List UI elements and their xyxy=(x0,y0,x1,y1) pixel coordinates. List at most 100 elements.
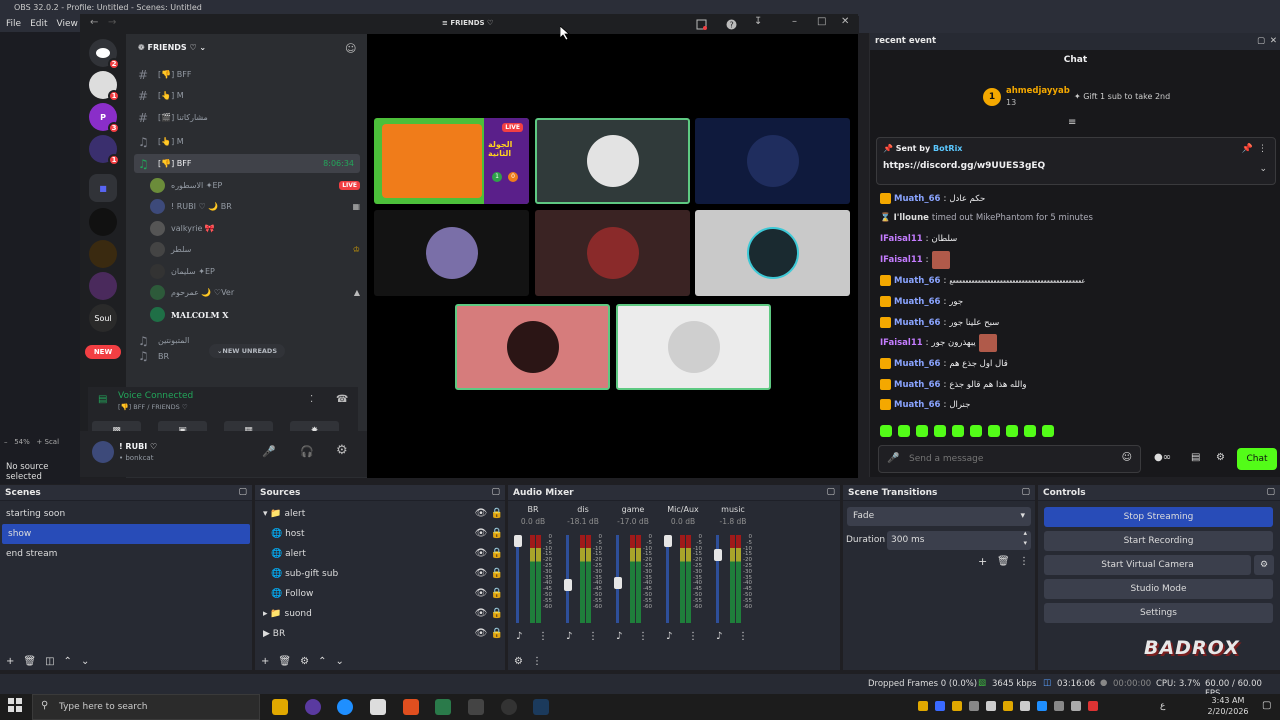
settings-button[interactable]: Settings xyxy=(1044,603,1273,623)
speaker-icon[interactable]: ♪ xyxy=(516,631,522,642)
volume-slider-handle[interactable] xyxy=(614,577,622,590)
more-icon[interactable]: ⋮ xyxy=(538,631,548,642)
folder-icon[interactable]: ■ xyxy=(89,174,117,202)
channel-item[interactable]: ♫ [👆] M xyxy=(134,132,360,151)
move-down-icon[interactable]: ⌄ xyxy=(81,656,89,667)
participant-tile[interactable] xyxy=(535,118,690,204)
tray-icon[interactable] xyxy=(935,701,945,711)
taskbar-search[interactable]: ⚲ Type here to search xyxy=(32,694,260,720)
tray-icon[interactable] xyxy=(986,701,996,711)
stop-streaming-button[interactable]: Stop Streaming xyxy=(1044,507,1273,527)
disconnect-icon[interactable]: ☎ xyxy=(336,394,348,405)
brave-icon[interactable] xyxy=(403,699,419,715)
server-icon-2[interactable] xyxy=(89,240,117,268)
user-avatar[interactable] xyxy=(92,441,114,463)
microphone-icon[interactable]: 🎤 xyxy=(262,445,276,458)
tray-icon[interactable] xyxy=(1003,701,1013,711)
float-icon[interactable]: ▢ xyxy=(1266,487,1275,497)
participant-tile[interactable] xyxy=(535,210,690,296)
headset-icon[interactable]: 🎧 xyxy=(300,445,314,458)
voice-user[interactable]: سليمان ✦EP xyxy=(150,262,360,281)
app-icon[interactable] xyxy=(501,699,517,715)
dm-avatar-3[interactable]: 1 xyxy=(89,135,120,166)
add-icon[interactable]: + xyxy=(6,656,14,667)
active-voice-channel[interactable]: ♫ [👎] BFF 8:06:34 xyxy=(134,154,360,173)
server-icon-1[interactable] xyxy=(89,208,117,236)
new-unreads-pill[interactable]: ⌄ NEW UNREADS xyxy=(209,344,285,358)
speaker-icon[interactable]: ♪ xyxy=(566,631,572,642)
volume-slider-handle[interactable] xyxy=(664,535,672,547)
emoji-icon[interactable]: ☺ xyxy=(1122,452,1132,463)
obs-taskbar-icon[interactable] xyxy=(305,699,321,715)
transition-select[interactable]: Fade ▾ xyxy=(847,507,1031,526)
clock-time[interactable]: 3:43 AM xyxy=(1206,696,1250,705)
microphone-icon[interactable]: 🎤 xyxy=(887,453,899,464)
studio-mode-button[interactable]: Studio Mode xyxy=(1044,579,1273,599)
pin-icon[interactable]: 📌 xyxy=(1242,144,1253,154)
inbox-icon[interactable] xyxy=(694,17,708,31)
mixer-settings-icon[interactable]: ⚙ xyxy=(514,656,523,667)
source-item[interactable]: 🌐 alert 👁 🔒 xyxy=(263,544,503,564)
menu-edit[interactable]: Edit xyxy=(30,19,47,29)
emote-icon[interactable] xyxy=(880,425,892,437)
voice-user[interactable]: ! RUBI ♡ 🌙 BR ▦ xyxy=(150,197,360,216)
speaker-icon[interactable]: ♪ xyxy=(616,631,622,642)
scene-item[interactable]: starting soon xyxy=(0,504,252,524)
source-item[interactable]: 🌐 host 👁 🔒 xyxy=(263,524,503,544)
tray-icon[interactable] xyxy=(969,701,979,711)
volume-slider-track[interactable] xyxy=(516,535,519,623)
tray-icon[interactable] xyxy=(1088,701,1098,711)
channel-item[interactable]: # [👆] M xyxy=(134,86,360,105)
more-icon[interactable]: ⋮ xyxy=(588,631,598,642)
tray-icon[interactable] xyxy=(1037,701,1047,711)
voice-path[interactable]: [👎] BFF / FRIENDS ♡ xyxy=(118,403,188,411)
more-icon[interactable]: ⋮ xyxy=(532,656,542,667)
voice-user[interactable]: الاسطوره ✦EP LIVE xyxy=(150,176,360,195)
float-icon[interactable]: ▢ xyxy=(1021,487,1030,497)
start-virtual-camera-button[interactable]: Start Virtual Camera xyxy=(1044,555,1251,575)
virtual-camera-settings-button[interactable]: ⚙ xyxy=(1254,555,1274,575)
gift-sub-link[interactable]: ✦ Gift 1 sub to take 2nd xyxy=(1074,92,1170,101)
store-taskbar-icon[interactable] xyxy=(370,699,386,715)
store-icon[interactable]: ▤ xyxy=(1191,452,1200,463)
emote-icon[interactable] xyxy=(970,425,982,437)
discord-home-icon[interactable]: 2 xyxy=(89,39,120,70)
more-icon[interactable]: ⋮ xyxy=(688,631,698,642)
tray-icon[interactable] xyxy=(952,701,962,711)
tray-icon[interactable] xyxy=(1054,701,1064,711)
source-group[interactable]: ▾ 📁 alert 👁 🔒 xyxy=(263,504,503,524)
chrome-icon[interactable] xyxy=(337,699,353,715)
help-icon[interactable]: ? xyxy=(724,17,738,31)
excel-icon[interactable] xyxy=(435,699,451,715)
windows-start-icon[interactable] xyxy=(8,698,24,714)
download-icon[interactable]: ↧ xyxy=(754,16,762,27)
tray-icon[interactable] xyxy=(1071,701,1081,711)
discord-maximize-icon[interactable]: □ xyxy=(817,16,826,27)
duration-input[interactable]: 300 ms ▴ ▾ xyxy=(887,529,1031,550)
trash-icon[interactable]: 🗑 xyxy=(23,656,36,667)
input-language[interactable]: ع xyxy=(1160,701,1165,711)
scene-item-selected[interactable]: show xyxy=(2,524,250,544)
more-icon[interactable]: ⋮ xyxy=(1258,144,1267,154)
steam-icon[interactable] xyxy=(533,699,549,715)
expand-chevron-icon[interactable]: ⌄ xyxy=(1259,164,1267,174)
app-icon[interactable] xyxy=(468,699,484,715)
tray-icon[interactable] xyxy=(918,701,928,711)
volume-slider-handle[interactable] xyxy=(514,535,522,547)
gear-icon[interactable]: ⚙ xyxy=(300,656,309,667)
source-group[interactable]: ▸ 📁 suond 👁 🔒 xyxy=(263,604,503,624)
start-recording-button[interactable]: Start Recording xyxy=(1044,531,1273,551)
chat-settings-icon[interactable]: ⚙ xyxy=(1216,452,1225,463)
trash-icon[interactable]: 🗑 xyxy=(997,556,1010,567)
speaker-icon[interactable]: ♪ xyxy=(716,631,722,642)
add-icon[interactable]: + xyxy=(261,656,269,667)
add-icon[interactable]: + xyxy=(978,555,987,568)
server-name[interactable]: ❁ FRIENDS ♡ ⌄ xyxy=(138,43,206,52)
move-up-icon[interactable]: ⌃ xyxy=(64,656,72,667)
voice-user[interactable]: سلطر ♔ xyxy=(150,240,360,259)
trash-icon[interactable]: 🗑 xyxy=(278,656,291,667)
source-item[interactable]: 🌐 sub-gift sub 👁 🔒 xyxy=(263,564,503,584)
emote-icon[interactable] xyxy=(1042,425,1054,437)
move-down-icon[interactable]: ⌄ xyxy=(335,656,343,667)
more-icon[interactable]: ⋮ xyxy=(1019,556,1029,567)
